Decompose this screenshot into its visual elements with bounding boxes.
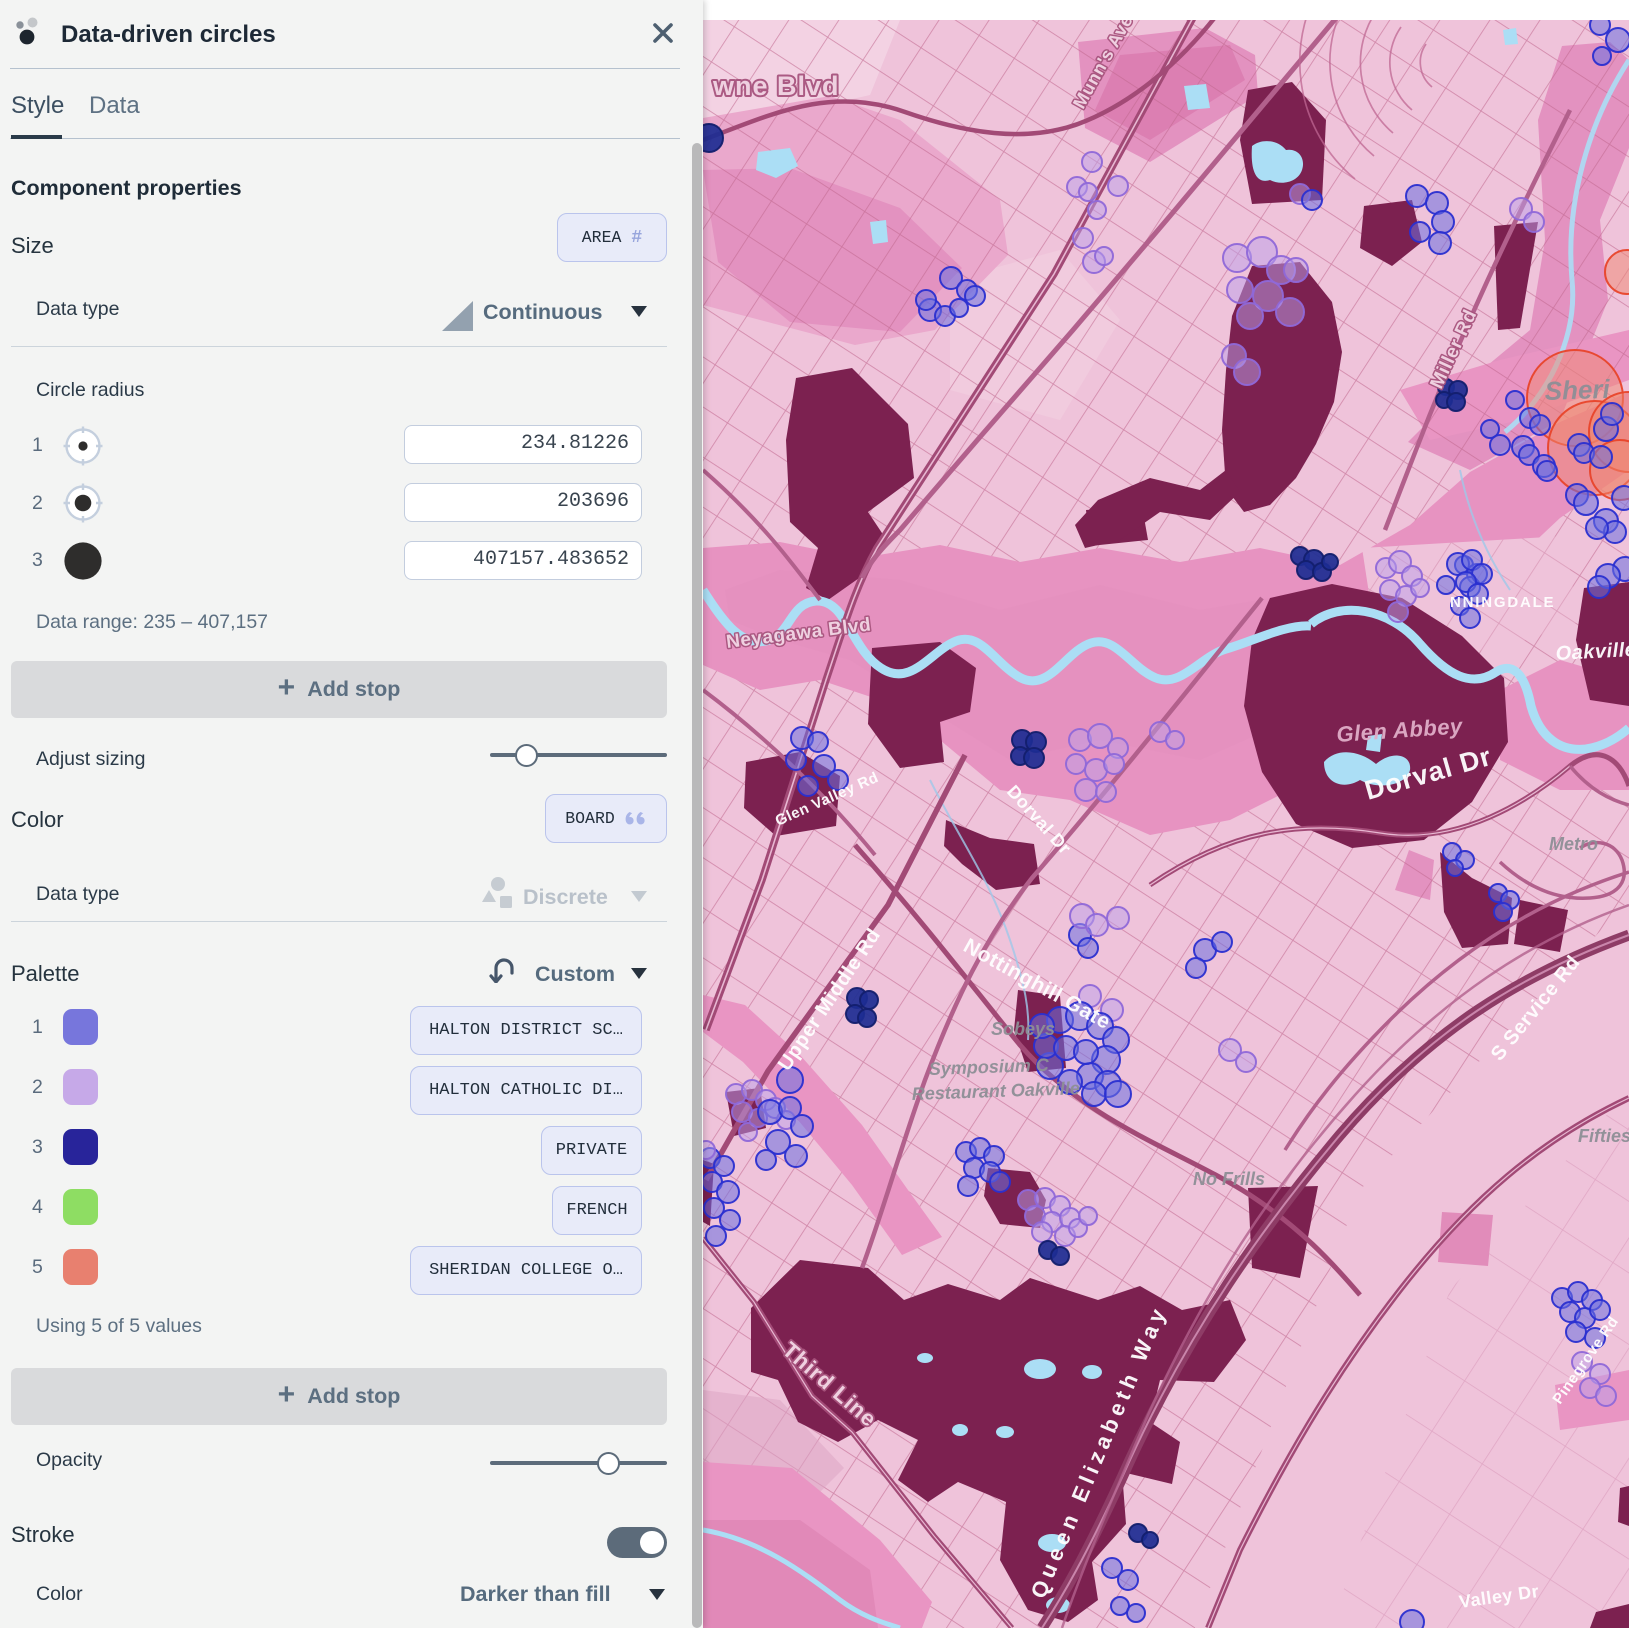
svg-text:Metro: Metro bbox=[1549, 834, 1598, 854]
svg-text:Sheri: Sheri bbox=[1544, 374, 1611, 406]
svg-text:No Frills: No Frills bbox=[1193, 1169, 1265, 1189]
svg-text:Sobeys: Sobeys bbox=[991, 1019, 1055, 1039]
svg-text:Symposium C: Symposium C bbox=[928, 1055, 1050, 1079]
svg-text:Oakville G: Oakville G bbox=[1555, 638, 1629, 665]
svg-text:Fifties: Fifties bbox=[1578, 1126, 1629, 1146]
svg-text:wne Blvd: wne Blvd bbox=[712, 71, 840, 101]
svg-text:NNINGDALE: NNINGDALE bbox=[1450, 594, 1555, 611]
